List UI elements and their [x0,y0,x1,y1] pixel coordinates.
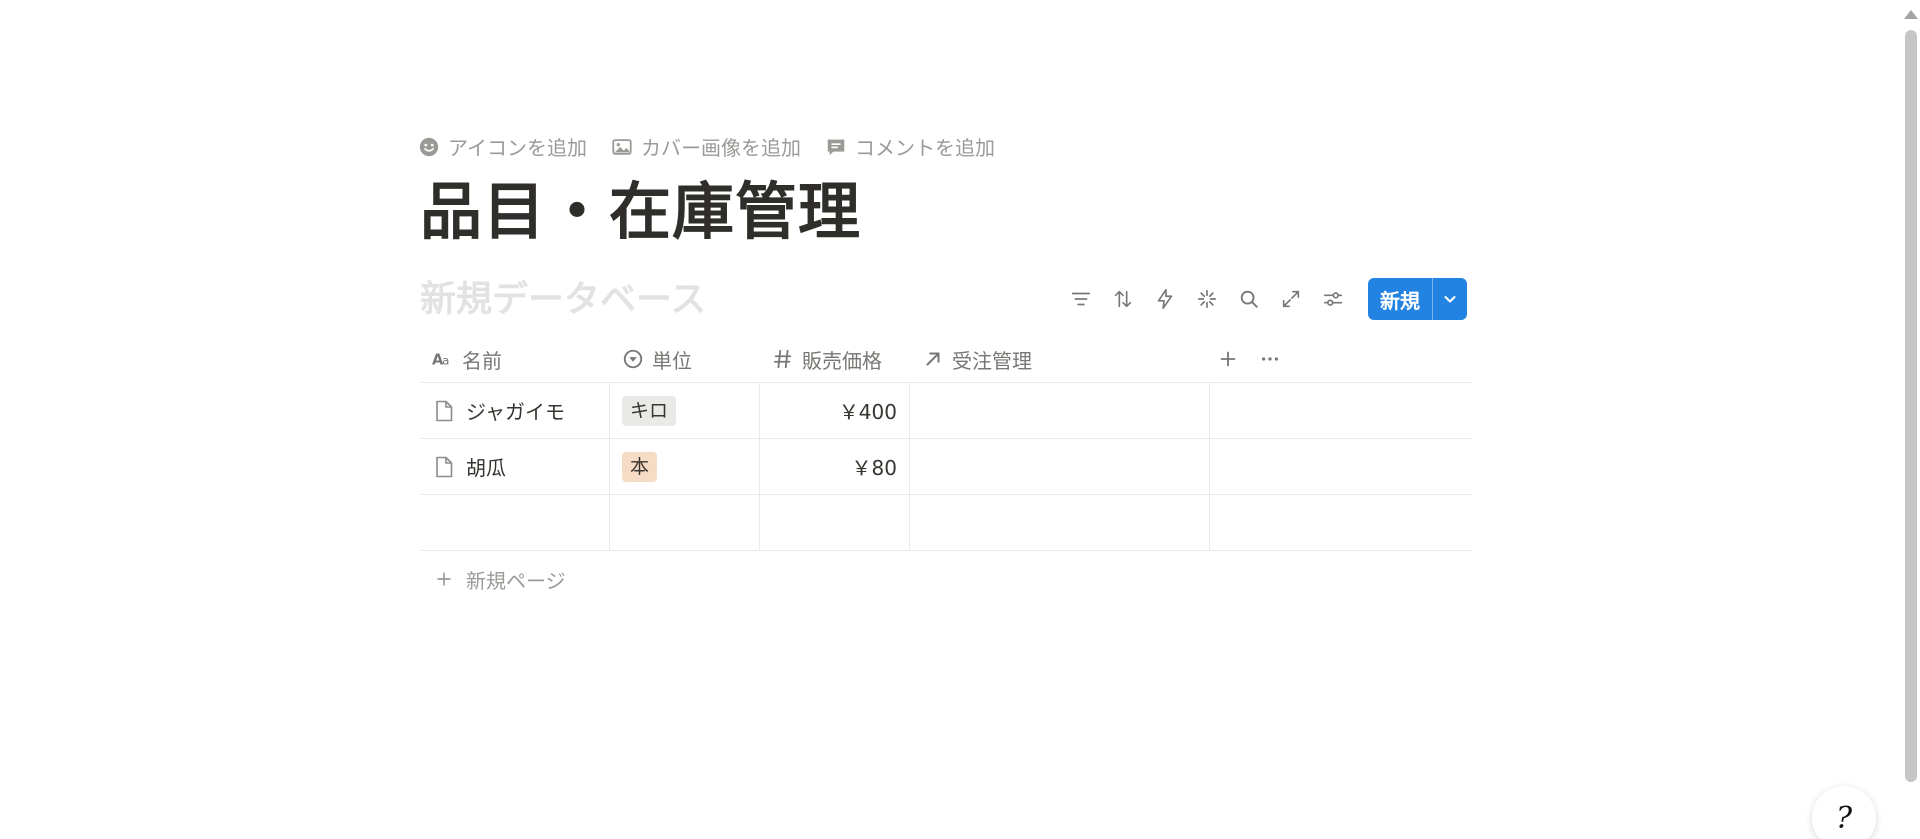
column-label: 販売価格 [802,348,882,373]
cell-order[interactable] [910,495,1210,550]
add-property-button[interactable] [1210,341,1246,377]
database-title[interactable]: 新規データベース [420,276,706,324]
cell-name[interactable] [420,495,610,550]
sort-button[interactable] [1102,278,1144,320]
table-row-empty [420,495,1472,551]
column-header-price[interactable]: 販売価格 [760,336,910,382]
more-options-button[interactable] [1252,341,1288,377]
column-actions [1210,336,1472,382]
chevron-down-icon [1444,296,1456,303]
sort-icon [1114,290,1132,308]
add-icon-label: アイコンを追加 [448,136,587,160]
page-root: アイコンを追加 カバー画像を追加 コメントを追加 品目・在庫管理 新規データベー… [0,0,1920,839]
column-header-unit[interactable]: 単位 [610,336,760,382]
column-label: 単位 [652,348,692,373]
search-button[interactable] [1228,278,1270,320]
help-icon: ? [1835,800,1853,836]
expand-icon [1282,290,1300,308]
expand-button[interactable] [1270,278,1312,320]
number-hash-icon [773,349,792,369]
svg-text:a: a [442,354,449,368]
sparkle-icon [1197,289,1217,309]
scroll-up-arrow-icon[interactable] [1904,10,1918,19]
cell-order[interactable] [910,383,1210,438]
cell-extra [1210,439,1472,494]
settings-sliders-icon [1323,292,1343,306]
cell-price[interactable] [760,495,910,550]
cell-name[interactable]: 胡瓜 [420,439,610,494]
cell-unit[interactable] [610,495,760,550]
page-actions-bar: アイコンを追加 カバー画像を追加 コメントを追加 [418,132,995,161]
page-icon [436,456,453,477]
text-type-icon: Aa [432,352,449,369]
plus-icon [1220,351,1236,367]
column-label: 受注管理 [952,348,1032,373]
search-icon [1240,290,1258,308]
new-button-group: 新規 [1368,278,1467,320]
lightning-icon [1157,289,1173,309]
image-icon [611,136,633,158]
plus-icon [437,572,451,586]
table-row: ジャガイモ キロ ￥400 [420,383,1472,439]
add-icon-button[interactable]: アイコンを追加 [418,132,587,161]
page-icon [436,400,453,421]
row-name-text: ジャガイモ [466,400,565,424]
cell-unit[interactable]: 本 [610,439,760,494]
filter-icon [1071,292,1091,306]
cell-price[interactable]: ￥80 [760,439,910,494]
filter-button[interactable] [1060,278,1102,320]
unit-tag: 本 [622,451,658,482]
vertical-scrollbar[interactable] [1900,0,1920,839]
row-name-text: 胡瓜 [466,456,506,480]
table-row: 胡瓜 本 ￥80 [420,439,1472,495]
add-new-page-button[interactable]: 新規ページ [420,551,1472,607]
automation-button[interactable] [1144,278,1186,320]
new-dropdown-button[interactable] [1433,278,1467,320]
smiley-icon [418,136,440,158]
relation-arrow-icon [926,352,940,366]
new-button[interactable]: 新規 [1368,278,1432,320]
cell-extra [1210,495,1472,550]
column-header-order[interactable]: 受注管理 [910,336,1210,382]
more-dots-icon [1261,357,1279,361]
add-cover-label: カバー画像を追加 [641,136,801,160]
column-header-name[interactable]: Aa 名前 [420,336,610,382]
cell-name[interactable]: ジャガイモ [420,383,610,438]
add-cover-button[interactable]: カバー画像を追加 [611,132,801,161]
ai-button[interactable] [1186,278,1228,320]
cell-extra [1210,383,1472,438]
view-settings-button[interactable] [1312,278,1354,320]
cell-order[interactable] [910,439,1210,494]
page-title[interactable]: 品目・在庫管理 [420,172,861,252]
comment-icon [825,136,847,158]
cell-price[interactable]: ￥400 [760,383,910,438]
add-row-label: 新規ページ [466,568,566,593]
help-button[interactable]: ? [1812,786,1876,839]
table-header: Aa 名前 単位 販売価格 受注管理 [420,336,1472,383]
cell-unit[interactable]: キロ [610,383,760,438]
add-comment-button[interactable]: コメントを追加 [825,132,995,161]
unit-tag: キロ [622,395,677,426]
select-icon [623,349,643,369]
database-table: Aa 名前 単位 販売価格 受注管理 ジャガイモ キロ ￥400 胡瓜 本 ￥8… [420,336,1472,607]
add-comment-label: コメントを追加 [855,136,995,160]
database-toolbar: 新規 [1060,278,1467,320]
column-label: 名前 [462,348,502,373]
scroll-thumb[interactable] [1905,30,1917,782]
